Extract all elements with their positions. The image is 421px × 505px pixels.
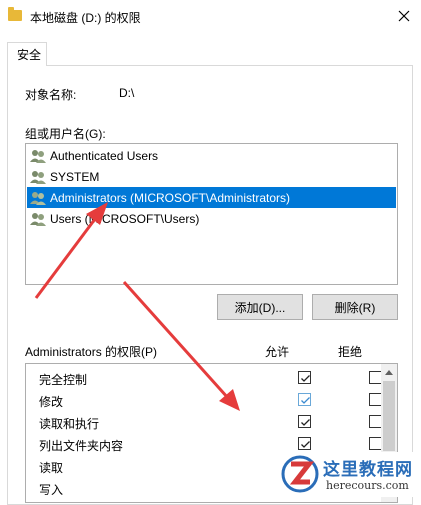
- users-icon: [30, 169, 46, 185]
- allow-header: 允许: [265, 345, 290, 359]
- permission-name: 读取: [39, 461, 64, 475]
- close-icon: [398, 10, 410, 22]
- watermark-url: herecours.com: [326, 479, 409, 492]
- add-button[interactable]: 添加(D)...: [217, 294, 303, 320]
- group-list-label: 组或用户名(G):: [25, 127, 106, 141]
- list-item[interactable]: Users (MICROSOFT\Users): [27, 208, 396, 229]
- watermark-logo-icon: [280, 453, 320, 496]
- user-name: Users (MICROSOFT\Users): [50, 211, 200, 226]
- list-item[interactable]: Authenticated Users: [27, 145, 396, 166]
- permission-name: 写入: [39, 483, 64, 497]
- user-name: Administrators (MICROSOFT\Administrators…: [50, 190, 291, 205]
- window-title: 本地磁盘 (D:) 的权限: [30, 11, 141, 25]
- allow-checkbox[interactable]: [298, 393, 311, 406]
- close-button[interactable]: [388, 2, 420, 30]
- allow-checkbox[interactable]: [298, 415, 311, 428]
- permission-name: 读取和执行: [39, 417, 100, 431]
- scroll-thumb[interactable]: [383, 381, 395, 451]
- permission-name: 完全控制: [39, 373, 88, 387]
- user-name: Authenticated Users: [50, 148, 159, 163]
- watermark-title: 这里教程网: [323, 460, 413, 480]
- list-item[interactable]: SYSTEM: [27, 166, 396, 187]
- scroll-up-button[interactable]: [381, 364, 397, 380]
- users-icon: [30, 190, 46, 206]
- folder-icon: [8, 7, 22, 21]
- users-icon: [30, 148, 46, 164]
- user-name: SYSTEM: [50, 169, 100, 184]
- deny-header: 拒绝: [338, 345, 363, 359]
- allow-checkbox[interactable]: [298, 371, 311, 384]
- list-item-selected[interactable]: Administrators (MICROSOFT\Administrators…: [27, 187, 396, 208]
- object-name-value: D:\: [119, 86, 135, 100]
- tab-security-label: 安全: [17, 48, 42, 62]
- allow-checkbox[interactable]: [298, 437, 311, 450]
- remove-button[interactable]: 删除(R): [312, 294, 398, 320]
- permission-row: 完全控制: [39, 367, 382, 389]
- object-name-label: 对象名称:: [25, 88, 77, 102]
- permission-row: 读取和执行: [39, 411, 382, 433]
- users-icon: [30, 211, 46, 227]
- permission-row: 修改: [39, 389, 382, 411]
- chevron-up-icon: [385, 369, 393, 375]
- permission-name: 列出文件夹内容: [39, 439, 124, 453]
- permissions-title: Administrators 的权限(P): [25, 345, 158, 359]
- user-list[interactable]: Authenticated Users SYSTEM Administrator…: [25, 143, 398, 285]
- permission-name: 修改: [39, 395, 64, 409]
